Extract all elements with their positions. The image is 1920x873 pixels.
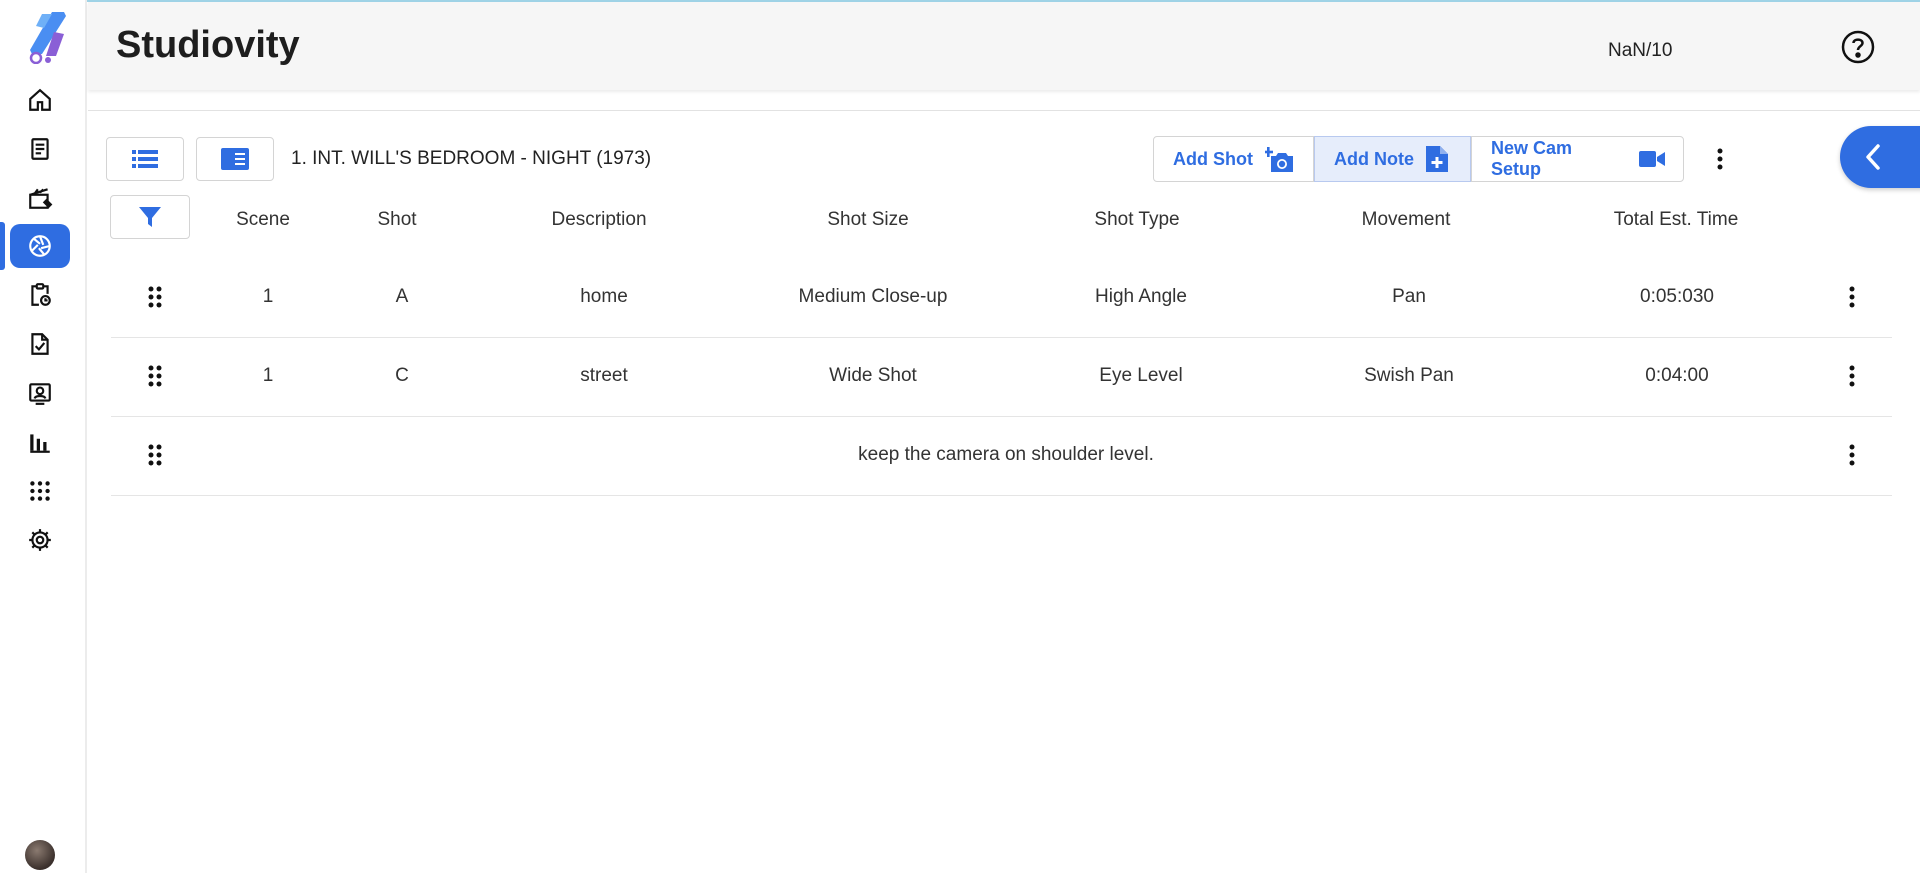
user-avatar[interactable]	[25, 840, 55, 870]
cell-total-est-time: 0:04:00	[1645, 365, 1709, 386]
collapse-panel-button[interactable]	[1840, 126, 1920, 188]
more-vertical-icon	[1849, 286, 1855, 308]
drag-handle-icon[interactable]	[145, 443, 165, 467]
clipboard-clock-icon	[31, 283, 51, 306]
column-header-shot[interactable]: Shot	[377, 209, 416, 231]
sidebar-item-apps[interactable]	[10, 469, 70, 513]
sidebar-item-schedule[interactable]	[10, 273, 70, 317]
bar-chart-icon	[30, 434, 50, 453]
list-icon	[132, 150, 158, 168]
column-header-description[interactable]: Description	[551, 209, 646, 231]
sidebar-item-script[interactable]	[10, 127, 70, 171]
active-nav-marker	[0, 222, 5, 270]
grid-dots-icon	[30, 481, 50, 501]
sidebar	[0, 0, 87, 873]
add-shot-button[interactable]: Add Shot	[1153, 136, 1314, 182]
app-header: Studiovity NaN/10	[88, 2, 1920, 90]
sidebar-item-production[interactable]	[10, 176, 70, 220]
cell-description: street	[580, 365, 628, 386]
new-cam-setup-label: New Cam Setup	[1491, 138, 1573, 179]
cell-movement: Swish Pan	[1364, 365, 1454, 386]
column-header-scene[interactable]: Scene	[236, 209, 290, 231]
chevron-left-icon	[1866, 144, 1880, 170]
list-view-button[interactable]	[106, 137, 184, 181]
sidebar-item-shot-list[interactable]	[10, 224, 70, 268]
panel-view-icon	[221, 148, 249, 170]
column-header-movement[interactable]: Movement	[1362, 209, 1451, 231]
cell-scene: 1	[262, 286, 274, 307]
document-icon	[31, 138, 49, 160]
table-row[interactable]: 1 C street Wide Shot Eye Level Swish Pan…	[111, 337, 1892, 417]
cell-shot-size: Wide Shot	[829, 365, 917, 386]
studiovity-logo[interactable]	[22, 8, 72, 64]
cell-shot-type: Eye Level	[1099, 365, 1183, 386]
app-title: Studiovity	[116, 24, 300, 66]
sidebar-item-home[interactable]	[10, 78, 70, 122]
cell-total-est-time: 0:05:030	[1640, 286, 1714, 307]
video-camera-icon	[1639, 151, 1665, 167]
toolbar-more-menu[interactable]	[1710, 144, 1730, 174]
filter-icon	[139, 207, 161, 227]
home-icon	[29, 88, 51, 111]
sidebar-item-tasks[interactable]	[10, 322, 70, 366]
add-note-button[interactable]: Add Note	[1314, 136, 1471, 182]
row-more-menu[interactable]	[1842, 440, 1862, 470]
cell-shot-type: High Angle	[1095, 286, 1187, 307]
drag-handle-icon[interactable]	[145, 364, 165, 388]
add-note-label: Add Note	[1334, 148, 1414, 169]
panel-view-button[interactable]	[196, 137, 274, 181]
sidebar-item-reports[interactable]	[10, 420, 70, 464]
add-camera-icon	[1264, 147, 1293, 172]
cell-shot-size: Medium Close-up	[798, 286, 948, 307]
clapperboard-icon	[29, 188, 53, 209]
cell-scene: 1	[262, 365, 274, 386]
note-row[interactable]: keep the camera on shoulder level.	[111, 416, 1892, 496]
contact-card-icon	[29, 383, 51, 405]
cell-movement: Pan	[1392, 286, 1426, 307]
more-vertical-icon	[1717, 148, 1723, 170]
add-shot-label: Add Shot	[1173, 148, 1253, 169]
document-check-icon	[31, 333, 49, 355]
header-divider	[88, 110, 1920, 111]
gear-icon	[29, 529, 51, 551]
row-more-menu[interactable]	[1842, 361, 1862, 391]
cell-shot: C	[395, 365, 409, 386]
camera-aperture-icon	[29, 235, 51, 257]
filter-button[interactable]	[110, 195, 190, 239]
scene-title: 1. INT. WILL'S BEDROOM - NIGHT (1973)	[291, 148, 652, 169]
row-more-menu[interactable]	[1842, 282, 1862, 312]
note-text: keep the camera on shoulder level.	[858, 444, 1154, 465]
drag-handle-icon[interactable]	[145, 285, 165, 309]
help-icon[interactable]	[1840, 29, 1876, 65]
column-header-shot-type[interactable]: Shot Type	[1094, 209, 1179, 231]
sidebar-item-contacts[interactable]	[10, 371, 70, 415]
column-header-total-est-time[interactable]: Total Est. Time	[1614, 209, 1739, 231]
table-row[interactable]: 1 A home Medium Close-up High Angle Pan …	[111, 258, 1892, 338]
add-document-icon	[1426, 146, 1448, 172]
new-cam-setup-button[interactable]: New Cam Setup	[1471, 136, 1684, 182]
cell-description: home	[580, 286, 628, 307]
more-vertical-icon	[1849, 444, 1855, 466]
more-vertical-icon	[1849, 365, 1855, 387]
cell-shot: A	[395, 286, 409, 307]
column-header-shot-size[interactable]: Shot Size	[827, 209, 908, 231]
score-indicator: NaN/10	[1608, 40, 1673, 61]
sidebar-item-settings[interactable]	[10, 518, 70, 562]
